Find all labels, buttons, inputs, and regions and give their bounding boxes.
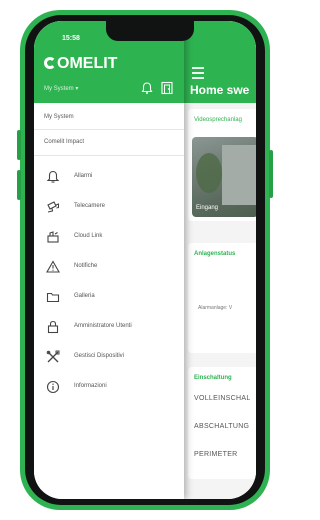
lock-icon	[47, 320, 59, 334]
card-label: Anlagenstatus	[194, 251, 236, 257]
phone-notch	[106, 21, 194, 41]
menu-item-gallery[interactable]: Galleria	[34, 285, 184, 309]
status-time: 15:58	[62, 35, 80, 42]
menu-item-alarms[interactable]: Allarmi	[34, 165, 184, 189]
menu-item-cameras[interactable]: Telecamere	[34, 195, 184, 219]
bell-icon	[46, 170, 60, 183]
arming-option[interactable]: PERIMETER	[194, 451, 238, 458]
menu-item-notifications[interactable]: Notifiche	[34, 255, 184, 279]
card-label: Einschaltung	[194, 375, 232, 381]
page-title: Home swe	[190, 83, 250, 97]
bell-icon[interactable]	[140, 81, 154, 95]
menu-icon[interactable]	[192, 67, 204, 82]
divider	[34, 155, 184, 156]
camera-icon	[47, 201, 59, 213]
camera-preview[interactable]: Eingang	[192, 137, 256, 217]
divider	[34, 129, 184, 130]
arming-option[interactable]: VOLLEINSCHAL	[194, 395, 251, 402]
phone-frame: Home swe Videosprechanlag Eingang Anlage…	[17, 10, 273, 510]
menu-item-label: Notifiche	[74, 263, 98, 269]
status-text: Alarmanlage: V	[198, 305, 233, 311]
menu-item-info[interactable]: Informazioni	[34, 375, 184, 399]
tools-icon	[46, 350, 60, 363]
system-selector[interactable]: My System ▾	[44, 85, 78, 92]
side-button	[17, 130, 21, 160]
menu-item-cloud-link[interactable]: Cloud Link	[34, 225, 184, 249]
menu-item-label: Amministratore Utenti	[74, 323, 132, 329]
screen: Home swe Videosprechanlag Eingang Anlage…	[34, 21, 256, 499]
tree-image	[196, 153, 222, 193]
main-header: Home swe	[184, 21, 256, 103]
menu-item-label: Gestisci Dispositivi	[74, 353, 125, 359]
info-icon	[46, 380, 60, 394]
door-icon[interactable]	[160, 81, 174, 95]
side-button	[17, 170, 21, 200]
warning-icon	[46, 260, 60, 273]
arming-card: Einschaltung VOLLEINSCHAL ABSCHALTUNG PE…	[188, 367, 256, 479]
main-content: Home swe Videosprechanlag Eingang Anlage…	[184, 21, 256, 499]
folder-icon	[46, 292, 60, 303]
menu-item-label: Telecamere	[74, 203, 106, 209]
menu-item-manage-devices[interactable]: Gestisci Dispositivi	[34, 345, 184, 369]
menu-item-label: Informazioni	[74, 383, 107, 389]
arming-option[interactable]: ABSCHALTUNG	[194, 423, 249, 430]
drawer-link-my-system[interactable]: My System	[44, 114, 74, 120]
navigation-drawer: 15:58 OMELIT My System ▾ My System Comel…	[34, 21, 194, 499]
power-button	[269, 150, 273, 198]
building-image	[222, 145, 256, 205]
menu-item-label: Galleria	[74, 293, 95, 299]
menu-item-label: Allarmi	[74, 173, 93, 179]
menu-item-user-admin[interactable]: Amministratore Utenti	[34, 315, 184, 339]
menu-item-label: Cloud Link	[74, 233, 103, 239]
brand-logo: OMELIT	[44, 55, 117, 73]
card-label: Videosprechanlag	[194, 117, 242, 123]
video-intercom-card[interactable]: Videosprechanlag Eingang	[188, 109, 256, 221]
cloud-link-icon	[47, 231, 59, 243]
camera-caption: Eingang	[196, 205, 219, 211]
system-status-card[interactable]: Anlagenstatus Alarmanlage: V	[188, 243, 256, 353]
drawer-link-comelit-impact[interactable]: Comelit Impact	[44, 139, 84, 145]
